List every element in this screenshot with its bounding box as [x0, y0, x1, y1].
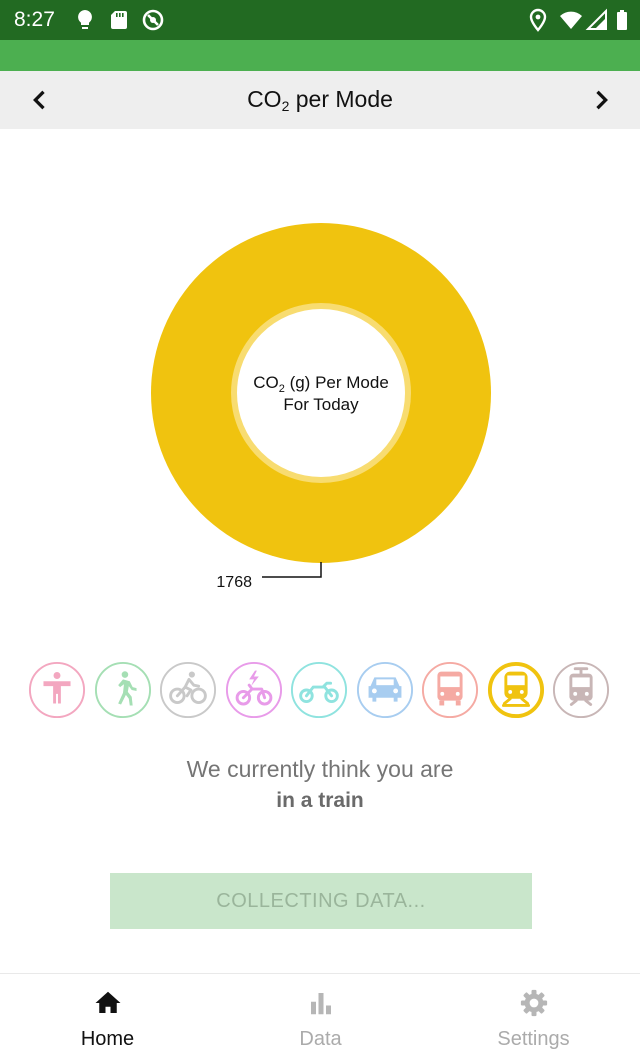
collecting-data-button[interactable]: COLLECTING DATA...: [110, 873, 532, 929]
tab-home-label: Home: [80, 1028, 135, 1050]
status-bar: 8:27: [0, 0, 640, 40]
detection-status-text: We currently think you are: [186, 756, 454, 782]
battery-icon: [617, 10, 627, 30]
mode-walking-icon[interactable]: [94, 661, 152, 719]
slice-value-label: 1768: [216, 574, 252, 591]
mode-motorcycle-icon[interactable]: [290, 661, 348, 719]
lightbulb-icon: [78, 10, 92, 29]
title-prefix: CO: [247, 86, 282, 112]
title-suffix: per Mode: [289, 86, 393, 112]
chevron-right-icon[interactable]: [587, 86, 615, 114]
transport-mode-selector: [28, 661, 618, 721]
bottom-navigation: Home Data Settings: [0, 974, 640, 1062]
tab-home[interactable]: Home: [1, 974, 214, 1062]
do-not-disturb-icon: [142, 9, 164, 31]
donut-hole: [237, 309, 405, 477]
mode-cycling-icon[interactable]: [159, 661, 217, 719]
status-time: 8:27: [14, 8, 55, 31]
tab-settings[interactable]: Settings: [427, 974, 640, 1062]
mode-car-icon[interactable]: [356, 661, 414, 719]
chart-center-label-line2: For Today: [283, 395, 359, 414]
app-bar: [0, 40, 640, 71]
sd-card-icon: [111, 11, 127, 29]
wifi-icon: [560, 11, 582, 29]
mode-navigation-header: CO2 per Mode: [0, 71, 640, 129]
mode-e-bike-icon[interactable]: [225, 661, 283, 719]
mode-train-icon[interactable]: [487, 661, 545, 719]
mode-tram-icon[interactable]: [552, 661, 610, 719]
home-icon: [95, 991, 121, 1013]
tab-data-label: Data: [299, 1028, 342, 1050]
gear-icon: [520, 989, 548, 1017]
bar-chart-icon: [311, 993, 331, 1015]
mode-stationary-icon[interactable]: [28, 661, 86, 719]
co2-per-mode-donut-chart: CO2 (g) Per Mode For Today 1768: [151, 223, 491, 591]
page-title: CO2 per Mode: [0, 86, 640, 114]
chart-center-label-line1: CO2 (g) Per Mode: [253, 373, 389, 395]
location-icon: [529, 8, 547, 32]
detected-mode-text: in a train: [276, 789, 364, 812]
mode-bus-icon[interactable]: [421, 661, 479, 719]
tab-settings-label: Settings: [497, 1028, 570, 1050]
slice-label-leader-line: [262, 562, 322, 578]
cellular-signal-icon: [585, 8, 607, 30]
tab-data[interactable]: Data: [214, 974, 427, 1062]
